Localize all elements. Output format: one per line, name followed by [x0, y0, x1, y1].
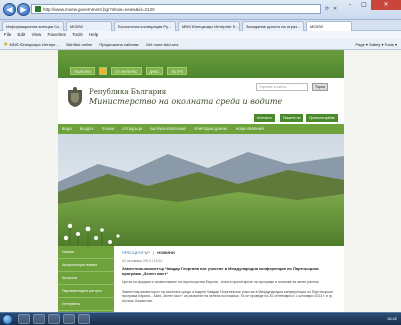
- left-nav-item[interactable]: Актуални: [58, 272, 114, 285]
- command-bar[interactable]: Page ▾ Safety ▾ Tools ▾: [355, 39, 397, 50]
- main-nav-item[interactable]: НОВИ ЯВЛЕНИЯ: [236, 127, 264, 131]
- taskbar-clock[interactable]: 16:42: [387, 313, 397, 325]
- left-nav-item[interactable]: Парламентарен контрол: [58, 285, 114, 298]
- browser-tab-active[interactable]: MOEW: [306, 21, 352, 31]
- favorites-star-icon[interactable]: ★: [3, 42, 8, 48]
- favorite-link[interactable]: Get more Add-ons: [146, 39, 178, 50]
- menu-help[interactable]: Help: [89, 32, 98, 37]
- top-strip: ПОЛЕЗНО ОТ ИНТЕРЕС ДНЕС ВЪТРЕ: [58, 50, 344, 78]
- browser-tab[interactable]: MOEW: [66, 21, 112, 31]
- menu-view[interactable]: View: [32, 32, 42, 37]
- favorites-bar: ★ MNS Юнецкоарх Интерн... Skinflick onli…: [0, 39, 401, 50]
- reception-hours-link[interactable]: Приемни врёмe: [306, 114, 338, 122]
- search-input[interactable]: Търсене в сайта...: [256, 83, 308, 91]
- main-nav-item[interactable]: ВЪЗДУХ: [80, 127, 94, 131]
- favorite-link[interactable]: MNS Юнецкоарх Интерн...: [10, 39, 59, 50]
- main-nav-item[interactable]: ВОДИ: [62, 127, 72, 131]
- browser-titlebar: ◀ ▶ http://www.moew.government.bg/?show=…: [0, 0, 401, 20]
- menu-edit[interactable]: Edit: [18, 32, 26, 37]
- breadcrumb-current: НОВИНИ: [157, 250, 175, 255]
- start-button[interactable]: [2, 314, 13, 325]
- refresh-icon[interactable]: ⟳: [325, 4, 329, 14]
- taskbar-app-icon[interactable]: [33, 314, 45, 324]
- main-nav-item[interactable]: ОТПАДЪЦИ: [122, 127, 142, 131]
- breadcrumb: ПРЕСЦЕНТЪР | НОВИНИ: [122, 250, 337, 255]
- forward-button[interactable]: ▶: [17, 3, 30, 16]
- left-nav-item[interactable]: Актуализация новини: [58, 259, 114, 272]
- article-lead: Целта на форума е оповестяване на партнь…: [122, 280, 319, 284]
- write-us-link[interactable]: Пишете ни: [280, 114, 304, 122]
- article-body: Заместник-министърът на околната среда и…: [122, 289, 333, 303]
- stop-icon[interactable]: ✕: [333, 4, 337, 14]
- left-nav: Новини Актуализация новини Актуални Парл…: [58, 246, 114, 312]
- top-nav-item[interactable]: ВЪТРЕ: [167, 67, 188, 75]
- top-nav: ПОЛЕЗНО ОТ ИНТЕРЕС ДНЕС ВЪТРЕ: [70, 67, 188, 75]
- web-page: ПОЛЕЗНО ОТ ИНТЕРЕС ДНЕС ВЪТРЕ Република …: [0, 50, 401, 312]
- maximize-icon[interactable]: □: [357, 0, 371, 10]
- contacts-link[interactable]: Контакти: [254, 114, 275, 122]
- windows-taskbar: 16:42: [0, 312, 401, 325]
- top-nav-item[interactable]: ДНЕС: [145, 67, 164, 75]
- tab-strip: Информационна агенция Ск... MOEW Екологи…: [0, 20, 401, 31]
- article-date: 02 октомври 2013 | 16:31: [122, 259, 163, 263]
- browser-tab[interactable]: MNS Юнецкоарх Интернет Е...: [178, 21, 240, 31]
- rss-icon[interactable]: [99, 67, 108, 75]
- browser-tab[interactable]: Екологична кооперация Ру...: [114, 21, 176, 31]
- favorite-link[interactable]: Skinflick online: [66, 39, 92, 50]
- breadcrumb-section[interactable]: ПРЕСЦЕНТЪР: [122, 250, 150, 255]
- main-nav: ВОДИ ВЪЗДУХ ПОЧВИ ОТПАДЪЦИ БИОРАЗНООБРАЗ…: [58, 124, 344, 134]
- browser-tab[interactable]: Заседание долото на отраз...: [242, 21, 304, 31]
- taskbar-app-icon[interactable]: [48, 314, 60, 324]
- taskbar-app-icon[interactable]: [18, 314, 30, 324]
- top-nav-item[interactable]: ПОЛЕЗНО: [70, 67, 96, 75]
- close-icon[interactable]: ✕: [371, 0, 401, 10]
- main-nav-item[interactable]: ПОЧВИ: [102, 127, 114, 131]
- org-ministry: Министерство на околната среда и водите: [89, 97, 283, 106]
- left-nav-item[interactable]: Интервюта: [58, 298, 114, 311]
- coat-of-arms-icon: [68, 87, 82, 107]
- page-container: ПОЛЕЗНО ОТ ИНТЕРЕС ДНЕС ВЪТРЕ Република …: [58, 50, 344, 312]
- browser-tab[interactable]: Информационна агенция Ск...: [2, 21, 64, 31]
- menu-bar: File Edit View Favorites Tools Help: [0, 31, 401, 39]
- main-nav-item[interactable]: БИОРАЗНООБРАЗИЕ: [150, 127, 186, 131]
- search-button[interactable]: Търси: [312, 83, 328, 91]
- back-button[interactable]: ◀: [3, 3, 16, 16]
- org-country: Република България: [89, 88, 167, 96]
- top-nav-item[interactable]: ОТ ИНТЕРЕС: [111, 67, 142, 75]
- address-bar[interactable]: http://www.moew.government.bg/?show=news…: [31, 4, 321, 14]
- article-content: ПРЕСЦЕНТЪР | НОВИНИ 02 октомври 2013 | 1…: [122, 250, 337, 312]
- left-nav-item[interactable]: Новини: [58, 246, 114, 259]
- menu-file[interactable]: File: [4, 32, 11, 37]
- site-favicon-icon: [35, 6, 41, 12]
- favorite-link[interactable]: Предложени сайтове: [99, 39, 138, 50]
- mountain-banner-image: [58, 134, 344, 246]
- main-nav-item[interactable]: ПРИРОДНИ ДОКУМ.: [194, 127, 228, 131]
- article-headline[interactable]: Заместник-министър Чавдар Георгиев взе у…: [122, 266, 337, 276]
- minimize-icon[interactable]: –: [343, 0, 357, 10]
- menu-tools[interactable]: Tools: [72, 32, 83, 37]
- breadcrumb-separator: |: [153, 250, 155, 255]
- taskbar-app-icon[interactable]: [78, 314, 90, 324]
- menu-favorites[interactable]: Favorites: [48, 32, 67, 37]
- taskbar-app-icon[interactable]: [63, 314, 75, 324]
- address-url: http://www.moew.government.bg/?show=news…: [43, 6, 155, 12]
